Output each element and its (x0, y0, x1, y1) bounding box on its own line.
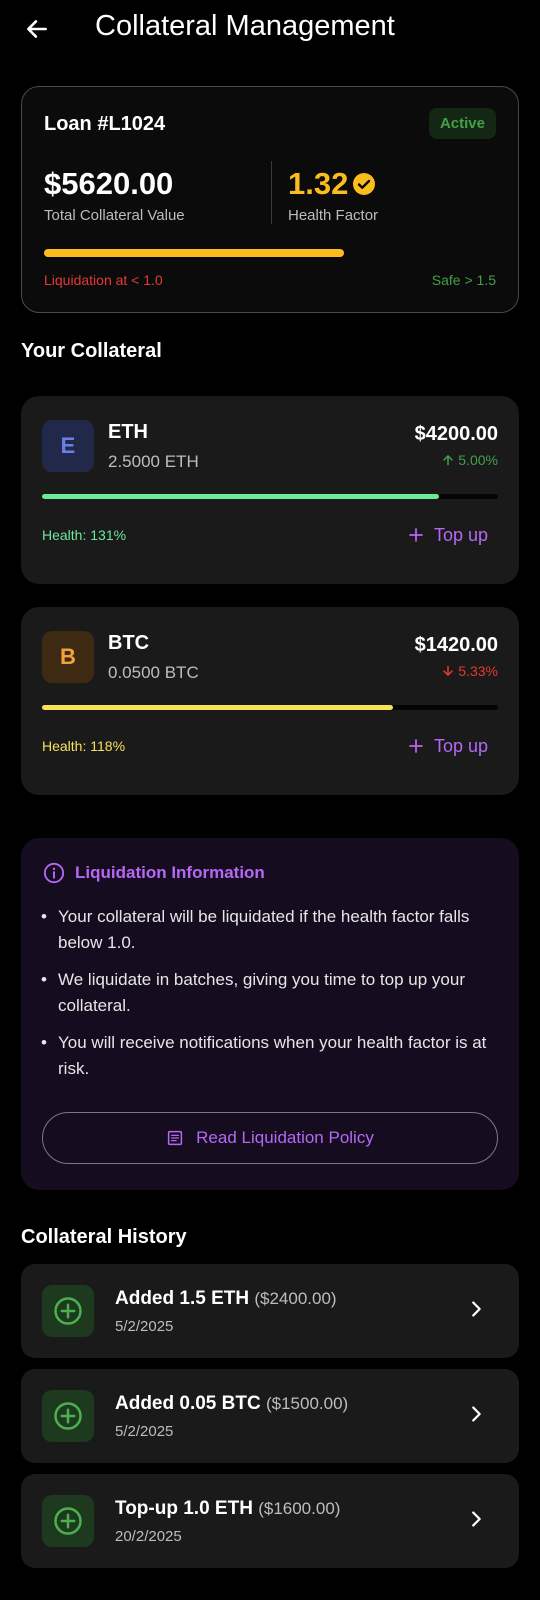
asset-amount: 0.0500 BTC (108, 663, 199, 682)
asset-health-bar (42, 494, 498, 499)
health-factor-bar (44, 249, 498, 257)
app-bar: Collateral Management (0, 0, 540, 56)
info-icon (43, 862, 65, 884)
read-policy-label: Read Liquidation Policy (196, 1128, 374, 1147)
history-date: 5/2/2025 (115, 1423, 174, 1440)
history-date: 20/2/2025 (115, 1528, 182, 1545)
collateral-card-eth: E ETH 2.5000 ETH $4200.00 5.00% Health: … (21, 396, 519, 584)
health-factor-number: 1.32 (288, 166, 349, 201)
chevron-right-icon (472, 1511, 481, 1527)
back-button[interactable] (22, 14, 52, 44)
top-up-button-btc[interactable]: Top up (398, 726, 498, 766)
top-up-label: Top up (433, 524, 488, 545)
liquidation-info-heading: Liquidation Information (75, 863, 265, 882)
history-amount: ($2400.00) (254, 1289, 337, 1308)
asset-health-text: Health: 118% (42, 738, 126, 754)
history-date: 5/2/2025 (115, 1318, 174, 1335)
liquidation-info-title: Liquidation Information (43, 862, 265, 884)
plus-icon (409, 528, 423, 542)
arrow-down-icon (443, 665, 454, 676)
history-amount: ($1500.00) (265, 1394, 349, 1413)
asset-health-text: Health: 131% (42, 527, 127, 543)
read-policy-button[interactable]: Read Liquidation Policy (42, 1112, 498, 1164)
history-title: Top-up 1.0 ETH ($1600.00) (115, 1498, 340, 1520)
price-change: 5.33% (441, 663, 498, 679)
add-circle-icon (42, 1285, 94, 1337)
total-collateral-value: $5620.00 (44, 166, 174, 201)
top-up-label: Top up (433, 735, 488, 756)
check-circle-icon (353, 173, 376, 195)
history-action: Added 0.05 BTC (115, 1393, 261, 1414)
chevron-right-icon (472, 1301, 481, 1317)
health-factor-value: 1.32 (288, 166, 376, 202)
history-item[interactable]: Added 1.5 ETH ($2400.00) 5/2/2025 (21, 1264, 519, 1358)
divider (271, 161, 272, 224)
history-title: Added 0.05 BTC ($1500.00) (115, 1393, 348, 1415)
price-change: 5.00% (441, 452, 498, 468)
history-item[interactable]: Top-up 1.0 ETH ($1600.00) 20/2/2025 (21, 1474, 519, 1568)
asset-avatar: B (42, 631, 94, 683)
history-section-title: Collateral History (21, 1226, 187, 1248)
arrow-left-icon (27, 20, 47, 38)
asset-avatar: E (42, 420, 94, 472)
loan-id: Loan #L1024 (44, 113, 166, 135)
price-change-value: 5.33% (458, 663, 498, 679)
page-title: Collateral Management (95, 10, 395, 42)
health-factor-label: Health Factor (288, 207, 379, 224)
price-change-value: 5.00% (458, 452, 498, 468)
add-circle-icon (42, 1390, 94, 1442)
top-up-button-eth[interactable]: Top up (398, 515, 498, 555)
asset-health-bar-fill (42, 705, 394, 710)
plus-icon (409, 739, 423, 753)
status-badge: Active (428, 108, 496, 139)
history-title: Added 1.5 ETH ($2400.00) (115, 1288, 337, 1310)
collateral-section-title: Your Collateral (21, 340, 162, 362)
loan-summary-card: Loan #L1024 Active $5620.00 Total Collat… (21, 86, 519, 313)
info-point: You will receive notifications when your… (41, 1030, 491, 1082)
asset-symbol: BTC (108, 632, 150, 654)
asset-symbol: ETH (108, 421, 148, 443)
history-action: Top-up 1.0 ETH (115, 1498, 253, 1519)
asset-usd-value: $4200.00 (414, 423, 498, 445)
info-point: Your collateral will be liquidated if th… (41, 904, 491, 956)
arrow-up-icon (443, 455, 454, 466)
history-action: Added 1.5 ETH (115, 1288, 250, 1309)
add-circle-icon (42, 1495, 94, 1547)
document-icon (168, 1130, 183, 1146)
asset-health-bar-fill (42, 494, 439, 499)
safe-threshold: Safe > 1.5 (431, 272, 496, 288)
history-item[interactable]: Added 0.05 BTC ($1500.00) 5/2/2025 (21, 1369, 519, 1463)
total-collateral-label: Total Collateral Value (44, 207, 185, 224)
health-factor-bar-fill (44, 249, 344, 257)
chevron-right-icon (472, 1406, 481, 1422)
liquidation-info-list: Your collateral will be liquidated if th… (41, 904, 491, 1093)
collateral-card-btc: B BTC 0.0500 BTC $1420.00 5.33% Health: … (21, 607, 519, 795)
history-amount: ($1600.00) (258, 1499, 341, 1518)
liquidation-info-card: Liquidation Information Your collateral … (21, 838, 519, 1190)
asset-amount: 2.5000 ETH (108, 452, 199, 471)
liquidation-threshold: Liquidation at < 1.0 (44, 272, 163, 288)
asset-health-bar (42, 705, 498, 710)
asset-usd-value: $1420.00 (414, 634, 498, 656)
info-point: We liquidate in batches, giving you time… (41, 967, 491, 1019)
